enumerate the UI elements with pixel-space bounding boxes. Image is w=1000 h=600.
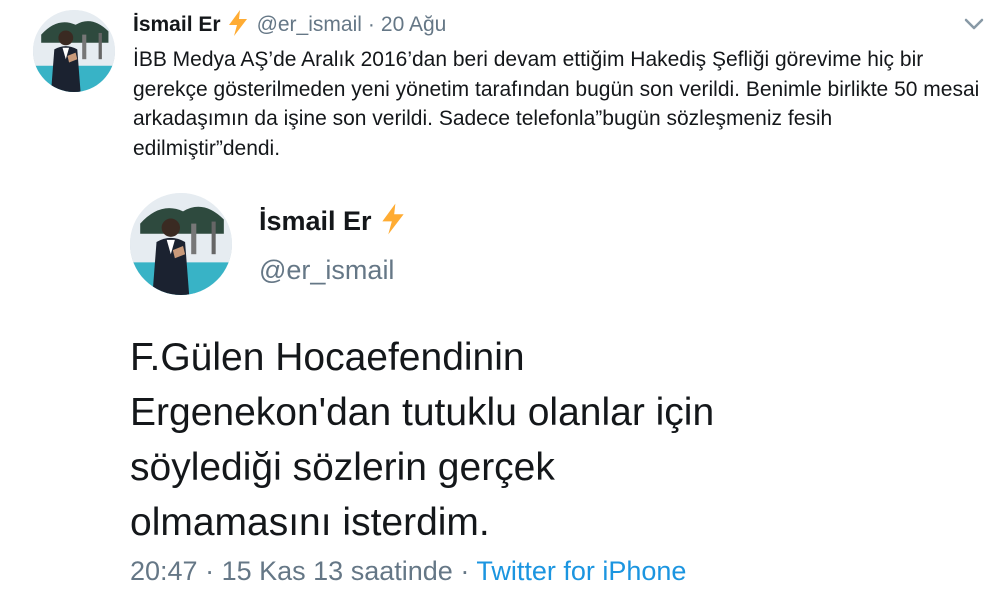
quoted-tweet-time[interactable]: 20:47 <box>130 556 198 586</box>
lightning-bolt-icon <box>380 203 406 240</box>
separator-dot: · <box>367 13 375 36</box>
lightning-bolt-icon <box>227 9 249 41</box>
author-avatar[interactable] <box>33 10 115 92</box>
tweet-date[interactable]: 20 Ağu <box>381 13 446 37</box>
author-name[interactable]: İsmail Er <box>133 13 221 37</box>
tweet-text: İBB Medya AŞ’de Aralık 2016’dan beri dev… <box>133 48 980 160</box>
avatar-photo <box>33 10 115 92</box>
quoted-author-name[interactable]: İsmail Er <box>259 206 372 237</box>
quoted-tweet-relative-date[interactable]: 15 Kas 13 saatinde <box>222 556 453 586</box>
tweet-source-link[interactable]: Twitter for iPhone <box>476 556 686 586</box>
separator-dot: · <box>460 556 470 586</box>
separator-dot: · <box>205 556 215 586</box>
quoted-tweet-meta: 20:47 · 15 Kas 13 saatinde · Twitter for… <box>130 556 686 587</box>
author-handle[interactable]: @er_ismail <box>257 13 362 37</box>
chevron-down-icon[interactable] <box>963 16 985 32</box>
quoted-author-avatar[interactable] <box>130 193 232 295</box>
avatar-photo <box>130 193 232 295</box>
tweet-header: İsmail Er @er_ismail · 20 Ağu <box>133 9 446 41</box>
quoted-author-handle[interactable]: @er_ismail <box>259 255 394 286</box>
quoted-tweet-text: F.Gülen Hocaefendinin Ergenekon'dan tutu… <box>130 336 715 544</box>
quoted-author-header: İsmail Er <box>259 203 414 240</box>
